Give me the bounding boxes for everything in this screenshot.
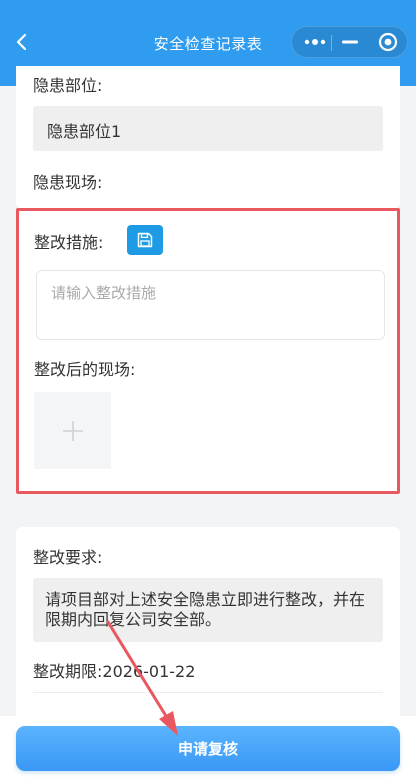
after-scene-label: 整改后的现场: <box>34 360 136 379</box>
deadline-label: 整改期限: <box>33 662 103 681</box>
minimize-button[interactable] <box>336 27 364 57</box>
more-dots-icon <box>304 39 326 45</box>
save-icon <box>137 232 153 248</box>
target-close-icon <box>378 32 398 52</box>
capsule-divider <box>331 35 332 51</box>
divider <box>33 692 383 693</box>
measures-input[interactable]: 请输入整改措施 <box>36 270 385 340</box>
save-button[interactable] <box>127 225 163 255</box>
deadline-value: 2026-01-22 <box>102 662 196 681</box>
close-button[interactable] <box>372 27 404 57</box>
requirements-card: 整改要求: 请项目部对上述安全隐患立即进行整改，并在限期内回复公司安全部。 整改… <box>16 527 400 727</box>
bottom-bar: 申请复核 <box>0 716 416 782</box>
plus-icon <box>62 420 83 441</box>
more-button[interactable] <box>298 27 332 57</box>
rectification-card: 整改措施: 请输入整改措施 整改后的现场: <box>16 208 400 494</box>
requirements-label: 整改要求: <box>33 548 103 567</box>
hazard-card: 隐患部位: 隐患部位1 隐患现场: <box>16 66 400 208</box>
hazard-location-value: 隐患部位1 <box>33 106 383 151</box>
deadline-row: 整改期限:2026-01-22 <box>33 658 195 682</box>
photo-upload-button[interactable] <box>34 392 111 469</box>
requirements-text: 请项目部对上述安全隐患立即进行整改，并在限期内回复公司安全部。 <box>33 578 383 642</box>
hazard-scene-label: 隐患现场: <box>33 173 103 192</box>
apply-review-button[interactable]: 申请复核 <box>16 726 400 771</box>
minimize-icon <box>342 40 358 44</box>
hazard-location-label: 隐患部位: <box>33 76 103 95</box>
measures-label: 整改措施: <box>34 233 104 252</box>
capsule-menu <box>291 26 408 58</box>
